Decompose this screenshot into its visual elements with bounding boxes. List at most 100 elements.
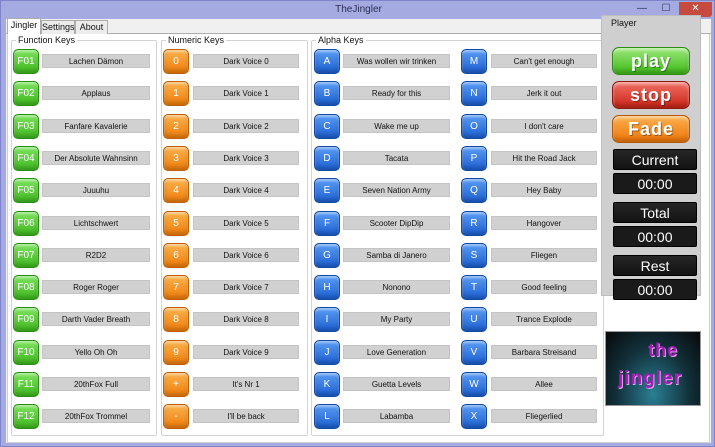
function-key-f10[interactable]: F10 <box>13 340 39 365</box>
alpha-key-label: Love Generation <box>343 345 450 359</box>
current-label: Current <box>613 149 697 170</box>
function-key-f07[interactable]: F07 <box>13 243 39 268</box>
alpha-keys-title: Alpha Keys <box>316 35 366 46</box>
numeric-key-label: Dark Voice 4 <box>193 183 299 197</box>
alpha-key-s[interactable]: S <box>461 243 487 268</box>
alpha-key-label: Hangover <box>491 216 597 230</box>
function-key-f12[interactable]: F12 <box>13 404 39 429</box>
numeric-key-2[interactable]: 2 <box>163 114 189 139</box>
alpha-key-label: Trance Explode <box>491 312 597 326</box>
alpha-key-o[interactable]: O <box>461 114 487 139</box>
function-key-label: Lichtschwert <box>42 216 150 230</box>
alpha-key-f[interactable]: F <box>314 211 340 236</box>
alpha-key-l[interactable]: L <box>314 404 340 429</box>
alpha-key-h[interactable]: H <box>314 275 340 300</box>
function-key-f01[interactable]: F01 <box>13 49 39 74</box>
numeric-key-1[interactable]: 1 <box>163 81 189 106</box>
alpha-key-k[interactable]: K <box>314 372 340 397</box>
alpha-key-label: Wake me up <box>343 119 450 133</box>
alpha-key-d[interactable]: D <box>314 146 340 171</box>
function-key-label: R2D2 <box>42 248 150 262</box>
numeric-key-9[interactable]: 9 <box>163 340 189 365</box>
alpha-key-label: Tacata <box>343 151 450 165</box>
numeric-key-8[interactable]: 8 <box>163 307 189 332</box>
alpha-key-c[interactable]: C <box>314 114 340 139</box>
alpha-key-label: Scooter DipDip <box>343 216 450 230</box>
logo-text-the: the <box>648 340 678 360</box>
alpha-key-label: Good feeling <box>491 280 597 294</box>
numeric-key-0[interactable]: 0 <box>163 49 189 74</box>
function-key-f09[interactable]: F09 <box>13 307 39 332</box>
alpha-key-g[interactable]: G <box>314 243 340 268</box>
numeric-key-label: I'll be back <box>193 409 299 423</box>
numeric-key-label: Dark Voice 3 <box>193 151 299 165</box>
function-key-label: Fanfare Kavalerie <box>42 119 150 133</box>
numeric-key-label: Dark Voice 9 <box>193 345 299 359</box>
alpha-key-b[interactable]: B <box>314 81 340 106</box>
rest-label: Rest <box>613 255 697 276</box>
jingler-logo: the jingler <box>605 331 701 406</box>
function-key-label: Der Absolute Wahnsinn <box>42 151 150 165</box>
numeric-key-label: Dark Voice 2 <box>193 119 299 133</box>
alpha-key-label: Samba di Janero <box>343 248 450 262</box>
alpha-key-label: Jerk it out <box>491 86 597 100</box>
alpha-key-m[interactable]: M <box>461 49 487 74</box>
numeric-key-label: Dark Voice 7 <box>193 280 299 294</box>
function-key-label: 20thFox Trommel <box>42 409 150 423</box>
alpha-key-label: Hit the Road Jack <box>491 151 597 165</box>
logo-text-jingler: jingler <box>618 368 683 389</box>
stop-button[interactable]: stop <box>612 81 690 109</box>
alpha-key-a[interactable]: A <box>314 49 340 74</box>
tab-about[interactable]: About <box>75 20 108 34</box>
alpha-key-n[interactable]: N <box>461 81 487 106</box>
current-time-display: 00:00 <box>613 173 697 194</box>
alpha-key-label: Labamba <box>343 409 450 423</box>
alpha-key-label: Hey Baby <box>491 183 597 197</box>
alpha-key-t[interactable]: T <box>461 275 487 300</box>
fade-button[interactable]: Fade <box>612 115 690 143</box>
tab-jingler[interactable]: Jingler <box>7 18 41 35</box>
function-key-f06[interactable]: F06 <box>13 211 39 236</box>
numeric-key-label: It's Nr 1 <box>193 377 299 391</box>
function-key-f04[interactable]: F04 <box>13 146 39 171</box>
numeric-key-minus[interactable]: - <box>163 404 189 429</box>
alpha-key-label: Can't get enough <box>491 54 597 68</box>
numeric-key-5[interactable]: 5 <box>163 211 189 236</box>
function-key-f03[interactable]: F03 <box>13 114 39 139</box>
total-label: Total <box>613 202 697 223</box>
function-key-f05[interactable]: F05 <box>13 178 39 203</box>
play-button[interactable]: play <box>612 47 690 75</box>
function-key-label: 20thFox Full <box>42 377 150 391</box>
numeric-keys-title: Numeric Keys <box>166 35 227 46</box>
numeric-key-7[interactable]: 7 <box>163 275 189 300</box>
alpha-key-i[interactable]: I <box>314 307 340 332</box>
alpha-key-p[interactable]: P <box>461 146 487 171</box>
alpha-key-w[interactable]: W <box>461 372 487 397</box>
function-key-f08[interactable]: F08 <box>13 275 39 300</box>
numeric-key-3[interactable]: 3 <box>163 146 189 171</box>
alpha-key-x[interactable]: X <box>461 404 487 429</box>
numeric-key-6[interactable]: 6 <box>163 243 189 268</box>
function-key-f02[interactable]: F02 <box>13 81 39 106</box>
rest-time-display: 00:00 <box>613 279 697 300</box>
alpha-key-q[interactable]: Q <box>461 178 487 203</box>
alpha-key-v[interactable]: V <box>461 340 487 365</box>
alpha-key-j[interactable]: J <box>314 340 340 365</box>
alpha-key-e[interactable]: E <box>314 178 340 203</box>
alpha-key-label: Guetta Levels <box>343 377 450 391</box>
function-key-label: Lachen Dämon <box>42 54 150 68</box>
tab-settings[interactable]: Settings <box>41 20 75 34</box>
numeric-key-label: Dark Voice 6 <box>193 248 299 262</box>
function-key-f11[interactable]: F11 <box>13 372 39 397</box>
alpha-key-label: Fliegen <box>491 248 597 262</box>
alpha-key-r[interactable]: R <box>461 211 487 236</box>
alpha-key-u[interactable]: U <box>461 307 487 332</box>
total-time-display: 00:00 <box>613 226 697 247</box>
numeric-key-label: Dark Voice 5 <box>193 216 299 230</box>
numeric-key-4[interactable]: 4 <box>163 178 189 203</box>
alpha-key-label: Fliegerlied <box>491 409 597 423</box>
function-key-label: Yello Oh Oh <box>42 345 150 359</box>
numeric-key-label: Dark Voice 0 <box>193 54 299 68</box>
numeric-key-plus[interactable]: + <box>163 372 189 397</box>
alpha-key-label: I don't care <box>491 119 597 133</box>
